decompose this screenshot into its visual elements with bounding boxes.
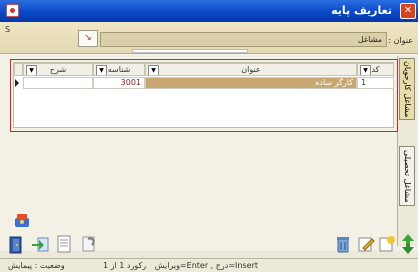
report-icon[interactable] — [80, 235, 98, 253]
row-selector-icon — [13, 77, 21, 89]
edit-icon[interactable] — [357, 235, 375, 253]
table-cell-code[interactable]: 1 — [357, 77, 394, 89]
title-field-value: مشاغل — [357, 35, 382, 44]
import-icon[interactable] — [31, 235, 49, 253]
table-cell-title[interactable]: كارگر ساده — [145, 77, 357, 89]
close-button[interactable]: ✕ — [400, 3, 416, 19]
column-header-title[interactable]: ▼ عنوان — [145, 63, 357, 76]
exit-icon[interactable] — [8, 236, 24, 254]
s-label: S — [5, 25, 11, 34]
status-state: وضعيت : پيمايش — [8, 261, 65, 270]
horizontal-scrollbar[interactable] — [132, 49, 248, 53]
status-bar: Insert=درج , Enter=ويرايش ركورد 1 از 1 و… — [0, 258, 418, 272]
chevron-down-icon[interactable]: ▼ — [26, 65, 37, 75]
document-icon[interactable] — [56, 235, 72, 253]
table-cell-id[interactable]: 3001 — [93, 77, 145, 89]
title-label: عنوان : — [388, 36, 413, 45]
add-record-icon[interactable] — [378, 235, 396, 253]
table-cell-desc[interactable] — [23, 77, 93, 89]
chevron-down-icon[interactable]: ▼ — [148, 65, 159, 75]
app-icon — [6, 4, 19, 17]
column-header-desc[interactable]: ▼ شرح — [23, 63, 93, 76]
status-record: ركورد 1 از 1 — [103, 261, 147, 270]
tab-education[interactable]: مشاغل تحصيلی — [399, 146, 415, 206]
grid-corner — [14, 63, 23, 76]
content-area — [0, 22, 418, 251]
tab-job-seekers[interactable]: مشاغل كارجويان — [399, 58, 415, 120]
status-hint: Insert=درج , Enter=ويرايش — [154, 261, 258, 270]
chevron-down-icon[interactable]: ▼ — [360, 65, 371, 75]
sort-arrows-icon[interactable] — [399, 233, 417, 255]
chevron-down-icon[interactable]: ▼ — [96, 65, 107, 75]
window-title: تعاريف پايه — [331, 4, 392, 17]
settings-icon[interactable] — [14, 212, 30, 228]
navigate-button[interactable]: ↘ — [78, 30, 98, 47]
column-header-id[interactable]: ▼ شناسه — [93, 63, 145, 76]
delete-icon[interactable] — [334, 235, 352, 253]
column-header-code[interactable]: ▼ كد — [357, 63, 394, 76]
title-field[interactable] — [100, 32, 387, 47]
